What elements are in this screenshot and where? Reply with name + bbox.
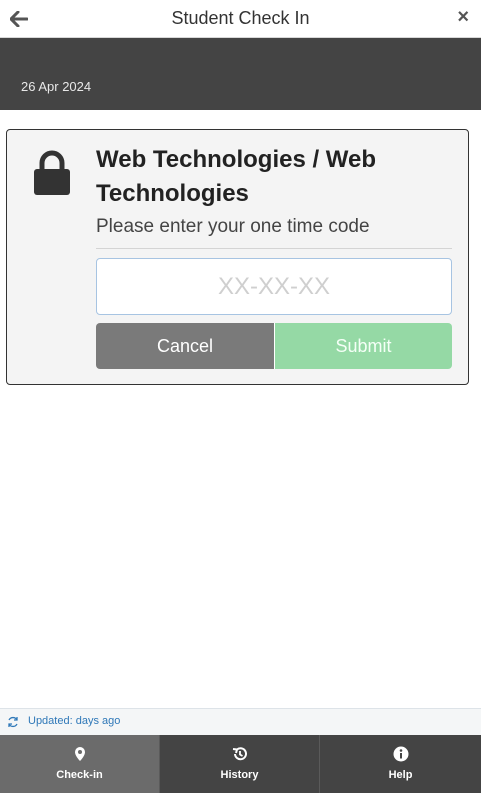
page-title: Student Check In xyxy=(171,8,310,28)
title-bar: Student Check In × xyxy=(0,0,481,38)
session-date: 26 Apr 2024 xyxy=(21,79,92,94)
update-status: Updated: days ago xyxy=(0,708,481,735)
info-icon xyxy=(393,746,408,762)
date-bar: 26 Apr 2024 xyxy=(0,38,481,110)
tab-label: Check-in xyxy=(56,769,103,781)
submit-button[interactable]: Submit xyxy=(274,323,452,369)
action-buttons: Cancel Submit xyxy=(96,323,452,369)
updated-text: Updated: days ago xyxy=(28,715,120,727)
bottom-tab-bar: Check-in History Help xyxy=(0,735,481,793)
cancel-button[interactable]: Cancel xyxy=(96,323,274,369)
close-button[interactable]: × xyxy=(457,6,469,28)
tab-label: Help xyxy=(388,769,413,781)
tab-history[interactable]: History xyxy=(160,735,320,793)
one-time-code-input[interactable] xyxy=(96,258,452,315)
checkin-card: Web Technologies / Web Technologies Plea… xyxy=(6,129,469,385)
tab-check-in[interactable]: Check-in xyxy=(0,735,160,793)
divider xyxy=(96,248,452,249)
tab-label: History xyxy=(220,769,259,781)
history-icon xyxy=(232,747,247,761)
lock-icon xyxy=(34,150,70,195)
refresh-icon[interactable] xyxy=(7,716,19,728)
tab-help[interactable]: Help xyxy=(320,735,481,793)
updated-value: days ago xyxy=(75,715,121,727)
map-pin-icon xyxy=(74,747,85,761)
updated-label: Updated: xyxy=(28,715,73,727)
code-prompt: Please enter your one time code xyxy=(96,216,370,237)
course-name: Web Technologies / Web Technologies xyxy=(96,146,377,207)
